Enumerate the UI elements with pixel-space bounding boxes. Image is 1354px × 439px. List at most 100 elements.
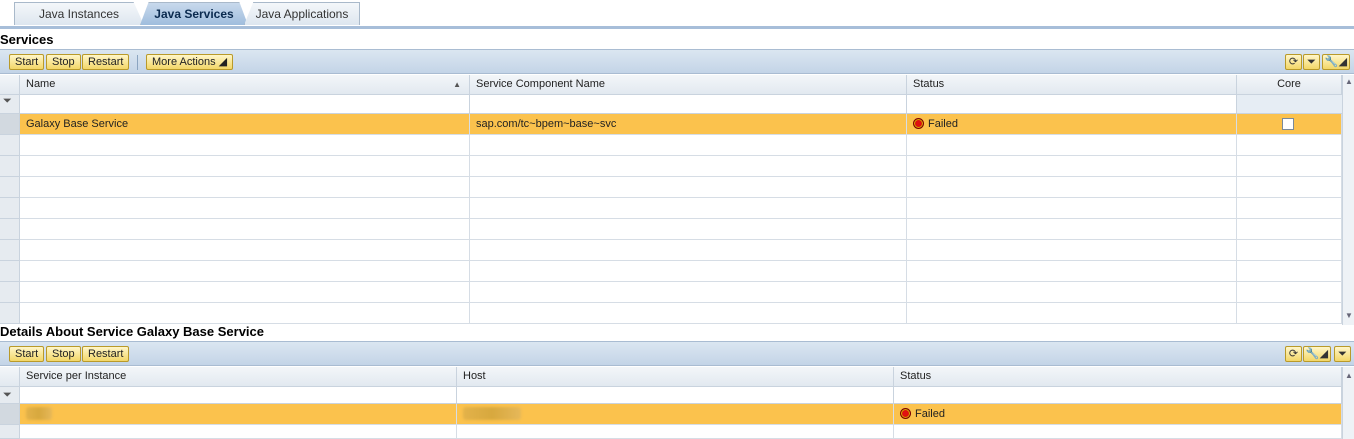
row-selector[interactable]: [0, 156, 20, 177]
empty-cell: [470, 240, 907, 261]
filter-instance-input[interactable]: [20, 387, 457, 404]
row-selector[interactable]: [0, 303, 20, 324]
row-selector-header[interactable]: [0, 75, 20, 95]
row-selector[interactable]: [0, 219, 20, 240]
filter-details-status-input[interactable]: [894, 387, 1342, 404]
scroll-up-icon[interactable]: ▲: [1344, 77, 1354, 87]
restart-button[interactable]: Restart: [82, 54, 130, 70]
empty-cell: [907, 240, 1237, 261]
row-selector[interactable]: [0, 135, 20, 156]
filter-icon[interactable]: ⏷: [1334, 346, 1351, 362]
row-selector[interactable]: [0, 282, 20, 303]
start-button[interactable]: Start: [9, 54, 45, 70]
details-start-button[interactable]: Start: [9, 346, 45, 362]
filter-host-input[interactable]: [457, 387, 894, 404]
empty-cell: [907, 198, 1237, 219]
filter-core-input: [1237, 95, 1342, 114]
row-selector[interactable]: [0, 261, 20, 282]
details-stop-button[interactable]: Stop: [46, 346, 81, 362]
details-title: Details About Service Galaxy Base Servic…: [0, 324, 264, 339]
filter-icon: ⏷: [3, 95, 12, 107]
column-header-core[interactable]: Core: [1237, 75, 1342, 95]
empty-cell: [470, 198, 907, 219]
settings-icon[interactable]: 🔧◢: [1303, 346, 1331, 362]
empty-cell: [457, 425, 894, 439]
core-cell: [1237, 114, 1342, 135]
filter-row-toggle[interactable]: ⏷: [0, 387, 20, 404]
empty-cell: [20, 425, 457, 439]
filter-row-toggle[interactable]: ⏷: [0, 95, 20, 114]
scroll-up-icon[interactable]: ▲: [1344, 371, 1354, 381]
filter-icon: ⏷: [3, 389, 12, 401]
more-actions-button[interactable]: More Actions ◢: [146, 54, 234, 70]
empty-cell: [1237, 240, 1342, 261]
empty-cell: [20, 177, 470, 198]
more-actions-label: More Actions: [152, 56, 216, 68]
empty-cell: [907, 219, 1237, 240]
triangle-down-icon: ◢: [218, 56, 228, 68]
row-selector-header[interactable]: [0, 367, 20, 387]
details-vertical-scrollbar[interactable]: ▲: [1342, 367, 1354, 439]
refresh-icon[interactable]: ⟳: [1285, 54, 1302, 70]
row-selector[interactable]: [0, 404, 20, 425]
sort-ascending-icon[interactable]: ▲: [453, 75, 461, 94]
empty-cell: [1237, 261, 1342, 282]
empty-cell: [1237, 219, 1342, 240]
details-table: Service per Instance Host Status ⏷ Faile…: [0, 367, 1354, 439]
details-restart-button[interactable]: Restart: [82, 346, 130, 362]
empty-cell: [20, 261, 470, 282]
settings-icon[interactable]: 🔧◢: [1322, 54, 1350, 70]
column-header-name-label: Name: [26, 78, 56, 90]
empty-cell: [907, 303, 1237, 324]
stop-button[interactable]: Stop: [46, 54, 81, 70]
status-label: Failed: [928, 118, 958, 130]
services-toolbar: Start Stop Restart More Actions ◢ ⟳ ⏷ 🔧◢: [0, 49, 1354, 74]
failed-status-icon: [900, 408, 911, 419]
scroll-down-icon[interactable]: ▼: [1344, 311, 1354, 321]
column-header-host[interactable]: Host: [457, 367, 894, 387]
column-header-name[interactable]: Name ▲: [20, 75, 470, 95]
empty-cell: [907, 135, 1237, 156]
failed-status-icon: [913, 118, 924, 129]
empty-cell: [470, 219, 907, 240]
details-status-label: Failed: [915, 408, 945, 420]
empty-cell: [20, 303, 470, 324]
tab-java-services[interactable]: Java Services: [140, 2, 248, 25]
toolbar-separator: [137, 55, 138, 70]
row-selector[interactable]: [0, 425, 20, 439]
empty-cell: [20, 198, 470, 219]
column-header-service-per-instance[interactable]: Service per Instance: [20, 367, 457, 387]
tab-strip: Java Instances Java Services Java Applic…: [0, 0, 1354, 29]
row-selector[interactable]: [0, 177, 20, 198]
row-selector[interactable]: [0, 114, 20, 135]
empty-cell: [907, 177, 1237, 198]
filter-name-input[interactable]: [20, 95, 470, 114]
empty-cell: [20, 282, 470, 303]
refresh-icon[interactable]: ⟳: [1285, 346, 1302, 362]
empty-cell: [907, 156, 1237, 177]
empty-cell: [20, 135, 470, 156]
empty-cell: [470, 177, 907, 198]
redacted-host: [463, 407, 521, 420]
column-header-status[interactable]: Status: [907, 75, 1237, 95]
details-status-cell: Failed: [894, 404, 1342, 425]
empty-cell: [470, 303, 907, 324]
empty-cell: [470, 135, 907, 156]
column-header-component[interactable]: Service Component Name: [470, 75, 907, 95]
empty-cell: [1237, 177, 1342, 198]
tab-java-applications[interactable]: Java Applications: [244, 2, 360, 25]
empty-cell: [907, 261, 1237, 282]
services-vertical-scrollbar[interactable]: ▲ ▼: [1342, 75, 1354, 325]
empty-cell: [20, 240, 470, 261]
filter-status-input[interactable]: [907, 95, 1237, 114]
service-instance-cell: [20, 404, 457, 425]
column-header-details-status[interactable]: Status: [894, 367, 1342, 387]
core-checkbox[interactable]: [1282, 118, 1294, 130]
row-selector[interactable]: [0, 198, 20, 219]
filter-component-input[interactable]: [470, 95, 907, 114]
empty-cell: [1237, 282, 1342, 303]
services-table: Name ▲ Service Component Name Status Cor…: [0, 75, 1354, 325]
tab-java-instances[interactable]: Java Instances: [14, 2, 144, 25]
row-selector[interactable]: [0, 240, 20, 261]
filter-icon[interactable]: ⏷: [1303, 54, 1320, 70]
